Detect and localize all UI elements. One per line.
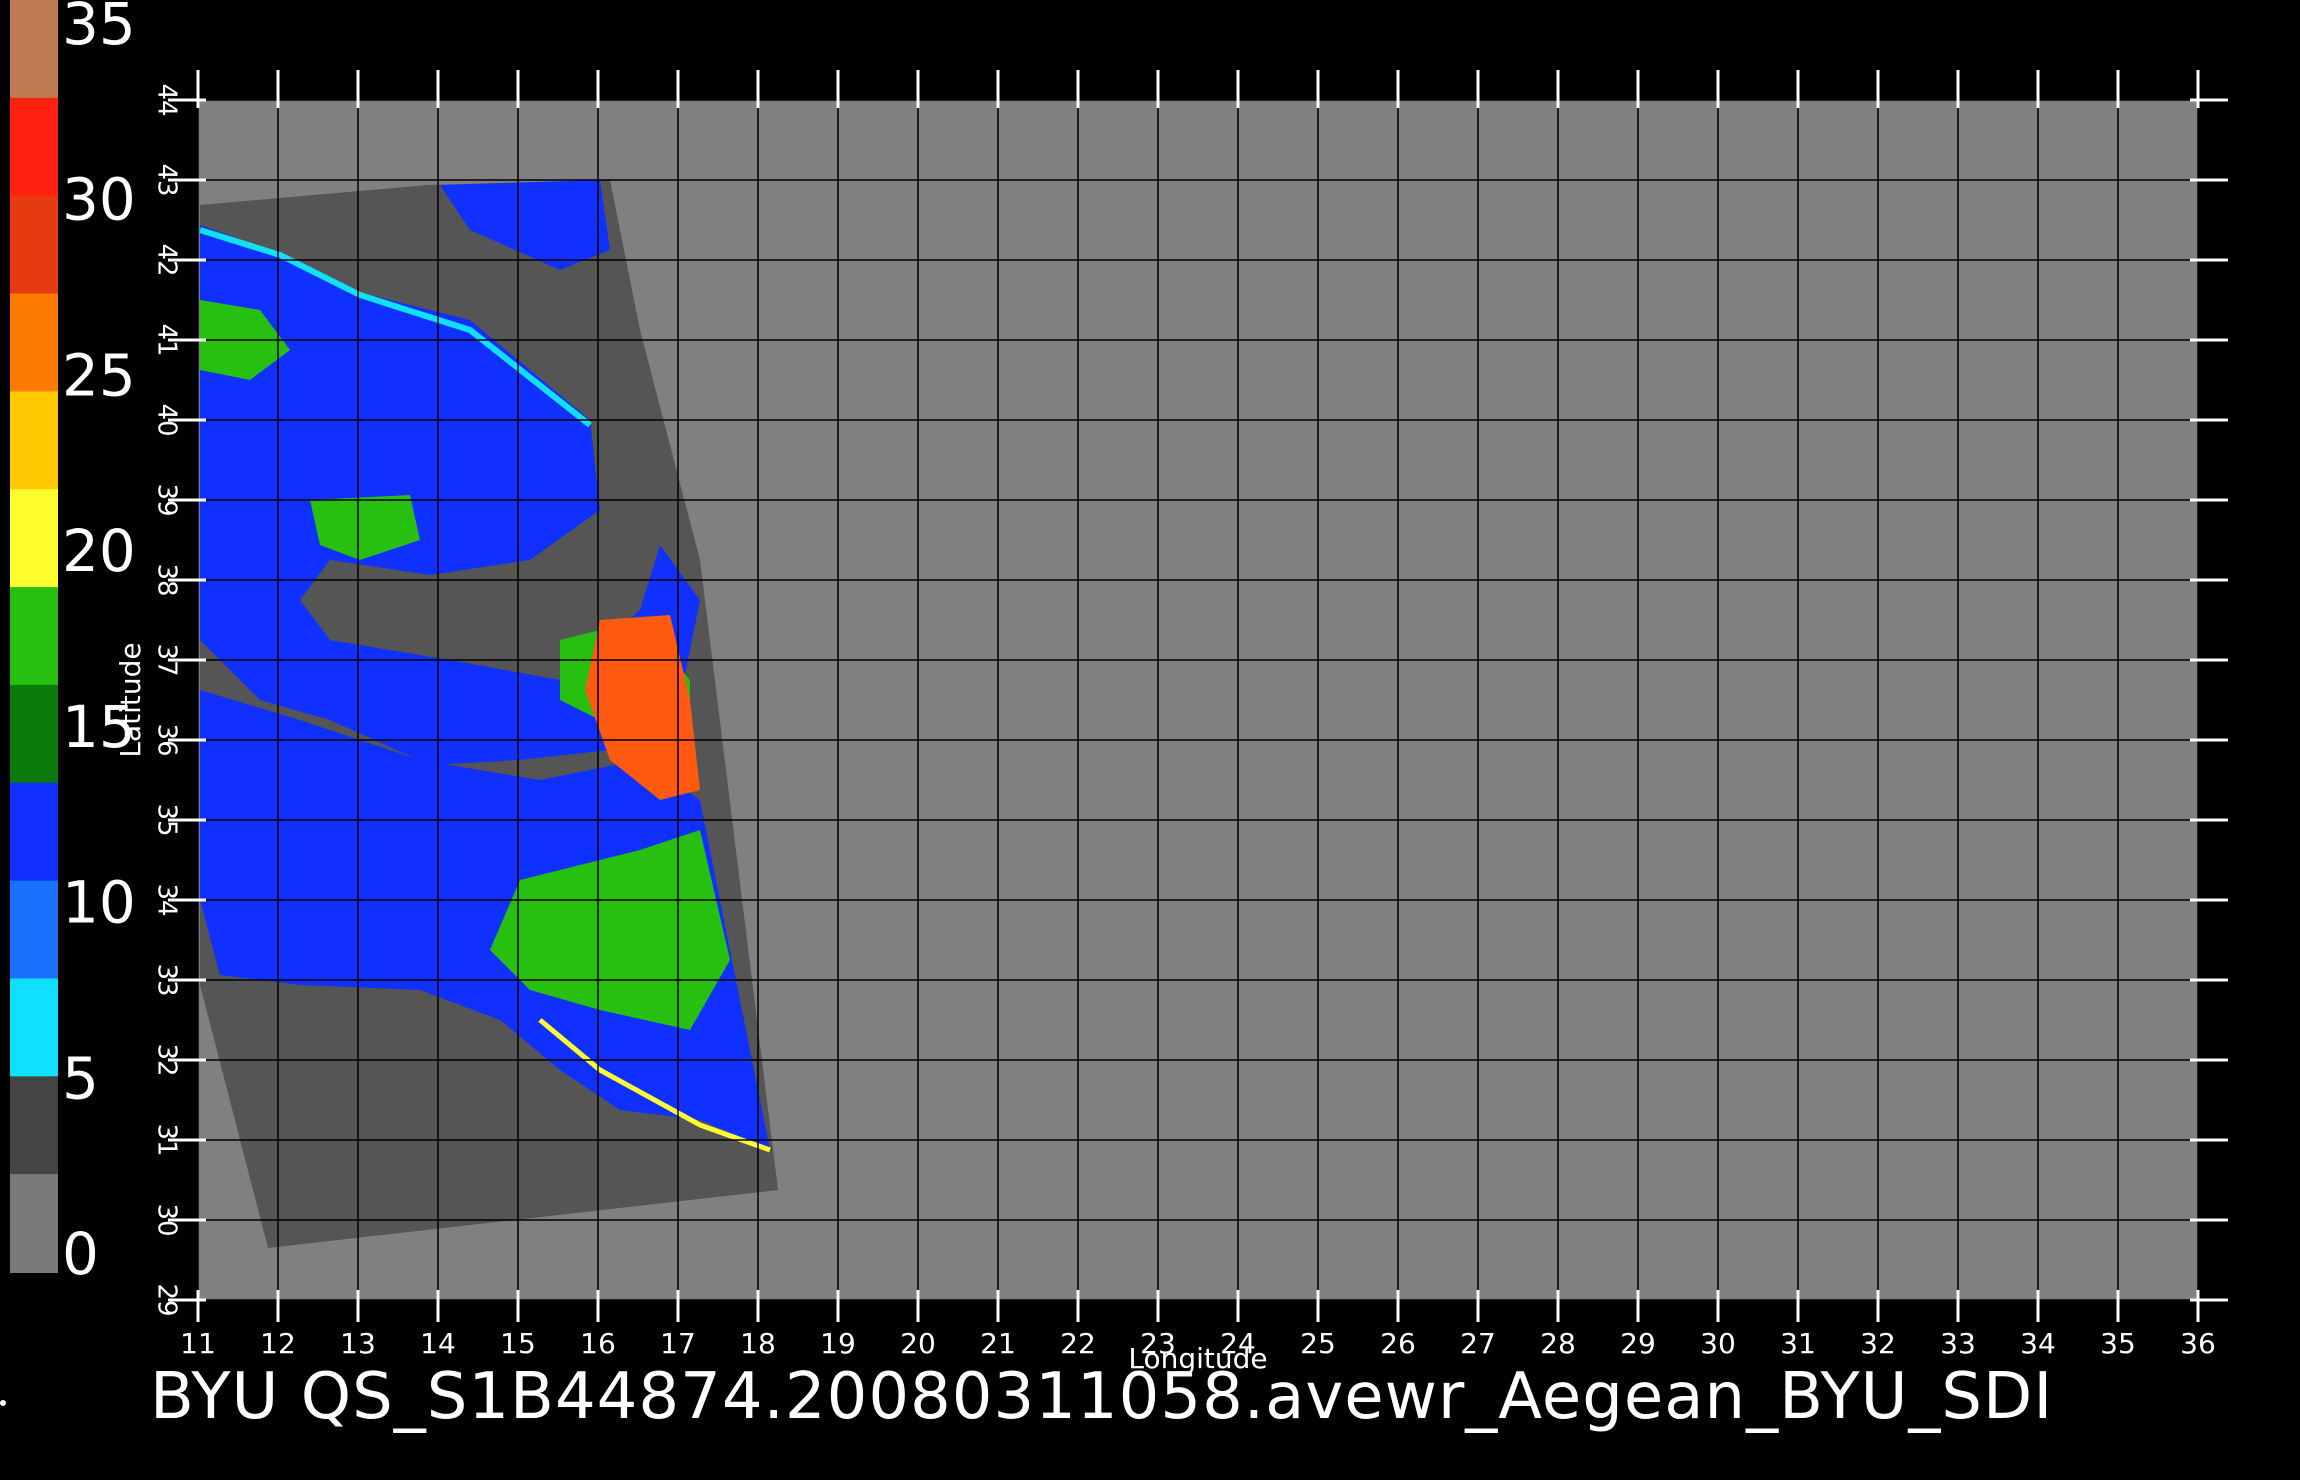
x-tick-label: 32 <box>1860 1327 1896 1360</box>
colorbar-segment <box>10 1174 58 1273</box>
x-tick-label: 28 <box>1540 1327 1576 1360</box>
colorbar-segment <box>10 1076 58 1176</box>
x-tick-label: 36 <box>2180 1327 2216 1360</box>
x-tick-label: 14 <box>420 1327 456 1360</box>
x-tick-label: 16 <box>580 1327 616 1360</box>
x-tick-label: 21 <box>980 1327 1016 1360</box>
x-tick-label: 34 <box>2020 1327 2056 1360</box>
x-tick-label: 29 <box>1620 1327 1656 1360</box>
colorbar-segment <box>10 97 58 197</box>
colorbar-segment <box>10 489 58 589</box>
y-tick-label: 37 <box>152 643 182 676</box>
colorbar-segment <box>10 684 58 784</box>
colorbar-label: 25 <box>62 341 136 409</box>
y-tick-label: 42 <box>152 243 182 276</box>
y-tick-label: 41 <box>152 323 182 356</box>
colorbar-label: 5 <box>62 1044 99 1112</box>
y-tick-label: 39 <box>152 483 182 516</box>
colorbar-label: 20 <box>62 517 136 585</box>
y-tick-label: 33 <box>152 963 182 996</box>
x-tick-label: 12 <box>260 1327 296 1360</box>
colorbar-segment <box>10 293 58 393</box>
x-tick-label: 20 <box>900 1327 936 1360</box>
colorbar-label: 0 <box>62 1220 99 1288</box>
y-axis-label: Latitude <box>114 642 147 757</box>
y-tick-label: 40 <box>152 403 182 436</box>
colorbar-segment <box>10 391 58 491</box>
y-tick-label: 32 <box>152 1043 182 1076</box>
x-tick-label: 17 <box>660 1327 696 1360</box>
y-tick-label: 43 <box>152 163 182 196</box>
colorbar-segment <box>10 0 58 99</box>
x-tick-label: 25 <box>1300 1327 1336 1360</box>
colorbar-label: 30 <box>62 166 136 234</box>
wind-map: 35302520151050 11 12 13 14 15 16 17 18 19 20 21 22 2… <box>10 0 2228 1375</box>
x-tick-label: 26 <box>1380 1327 1416 1360</box>
y-tick-label: 38 <box>152 563 182 596</box>
y-tick-labels: 29 30 31 32 33 34 35 36 37 38 39 40 41 42 43 44 <box>152 83 182 1316</box>
colorbar-label: 10 <box>62 869 136 937</box>
colorbar-segment <box>10 978 58 1078</box>
y-tick-label: 30 <box>152 1203 182 1236</box>
x-tick-label: 35 <box>2100 1327 2136 1360</box>
colorbar-label: 35 <box>62 0 136 58</box>
colorbar-segment <box>10 782 58 882</box>
x-tick-label: 31 <box>1780 1327 1816 1360</box>
y-tick-label: 34 <box>152 883 182 916</box>
colorbar-segment <box>10 195 58 295</box>
y-tick-label: 36 <box>152 723 182 756</box>
x-tick-label: 15 <box>500 1327 536 1360</box>
edge-dot <box>0 1400 6 1406</box>
colorbar-segment <box>10 587 58 686</box>
y-tick-label: 44 <box>152 83 182 116</box>
x-tick-label: 18 <box>740 1327 776 1360</box>
x-tick-label: 33 <box>1940 1327 1976 1360</box>
x-tick-label: 13 <box>340 1327 376 1360</box>
x-tick-label: 27 <box>1460 1327 1496 1360</box>
x-tick-label: 22 <box>1060 1327 1096 1360</box>
image-title: BYU QS_S1B44874.20080311058.avewr_Aegean… <box>150 1360 2054 1434</box>
y-tick-label: 29 <box>152 1283 182 1316</box>
x-tick-label: 19 <box>820 1327 856 1360</box>
y-tick-label: 35 <box>152 803 182 836</box>
y-tick-label: 31 <box>152 1123 182 1156</box>
colorbar <box>10 0 58 1273</box>
colorbar-segment <box>10 880 58 980</box>
x-tick-label: 30 <box>1700 1327 1736 1360</box>
x-tick-label: 11 <box>180 1327 216 1360</box>
